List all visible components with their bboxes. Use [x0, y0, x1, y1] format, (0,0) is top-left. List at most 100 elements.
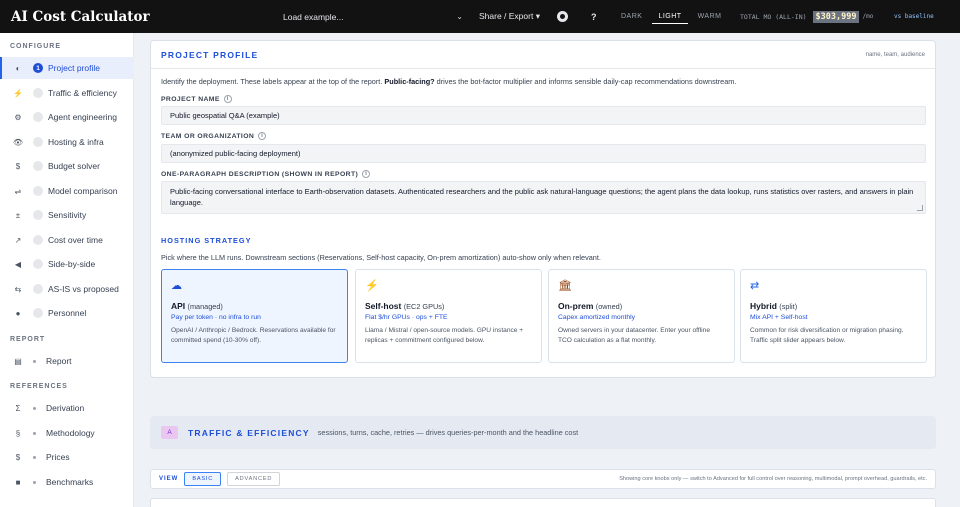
sidebar-item-benchmarks[interactable]: ■ Benchmarks — [0, 471, 134, 493]
intro-emphasis: Public-facing? — [384, 77, 435, 86]
sidebar-item-label: Side-by-side — [48, 259, 96, 269]
sidebar: CONFIGURE ◐ 1 Project profile ⚡ Traffic … — [0, 33, 134, 507]
sidebar-item-label: AS-IS vs proposed — [48, 284, 119, 294]
sidebar-item-model-comparison[interactable]: ⇌ Model comparison — [0, 180, 134, 202]
eye-icon: 👁 — [12, 137, 24, 147]
step-dot — [33, 161, 43, 171]
sidebar-item-traffic[interactable]: ⚡ Traffic & efficiency — [0, 82, 134, 104]
hosting-option-hybrid[interactable]: ⇄ Hybrid (split) Mix API + Self-host Com… — [740, 269, 927, 363]
sidebar-item-side-by-side[interactable]: ◀ Side-by-side — [0, 253, 134, 275]
chevron-down-icon: ▾ — [535, 11, 540, 21]
option-title: Self-host (EC2 GPUs) — [365, 301, 532, 311]
description-label: ONE-PARAGRAPH DESCRIPTION (SHOWN IN REPO… — [161, 170, 371, 178]
hosting-option-on-prem[interactable]: 🏛 On-prem (owned) Capex amortized monthl… — [548, 269, 735, 363]
section-badge: A — [161, 426, 178, 439]
sidebar-item-personnel[interactable]: ● Personnel — [0, 302, 134, 324]
total-cost-readout: TOTAL MO (ALL-IN) $303,999 /mo — [740, 10, 874, 23]
lightning-icon: ⚡ — [365, 280, 379, 292]
resize-handle-icon[interactable] — [917, 205, 923, 211]
sidebar-item-budget-solver[interactable]: $ Budget solver — [0, 155, 134, 177]
load-example-label: Load example... — [283, 11, 344, 22]
sidebar-item-sensitivity[interactable]: ± Sensitivity — [0, 204, 134, 226]
app-logo[interactable]: AI Cost Calculator — [11, 9, 271, 25]
sidebar-item-label: Sensitivity — [48, 210, 87, 220]
field-label-text: PROJECT NAME — [161, 95, 220, 103]
swap-arrows-icon: ⇄ — [750, 280, 760, 292]
theme-warm-button[interactable]: WARM — [692, 10, 728, 24]
half-circle-icon: ◐ — [15, 63, 21, 73]
project-profile-card: PROJECT PROFILE name, team, audience Ide… — [150, 40, 936, 378]
option-description: OpenAI / Anthropic / Bedrock. Reservatio… — [171, 327, 336, 344]
info-icon[interactable]: i — [258, 132, 267, 140]
view-label: VIEW — [159, 476, 179, 482]
step-dot — [33, 284, 43, 294]
section-description: sessions, turns, cache, retries — drives… — [317, 428, 579, 437]
sidebar-item-label: Model comparison — [48, 186, 118, 196]
theme-light-button[interactable]: LIGHT — [652, 10, 688, 24]
option-title-text: Self-host — [365, 301, 402, 311]
dollar-icon: $ — [15, 452, 21, 462]
option-title-note: (EC2 GPUs) — [403, 302, 445, 311]
sidebar-item-project-profile[interactable]: ◐ 1 Project profile — [0, 57, 134, 79]
sidebar-item-label: Budget solver — [48, 161, 100, 171]
option-title-text: On-prem — [558, 301, 594, 311]
team-input[interactable]: (anonymized public-facing deployment) — [161, 144, 926, 163]
hosting-option-self-host[interactable]: ⚡ Self-host (EC2 GPUs) Flat $/hr GPUs · … — [355, 269, 542, 363]
option-title: Hybrid (split) — [750, 301, 917, 311]
step-dot — [33, 210, 43, 220]
field-label-text: TEAM OR ORGANIZATION — [161, 132, 255, 140]
sidebar-item-cost-over-time[interactable]: ↗ Cost over time — [0, 229, 134, 251]
option-title-note: (managed) — [187, 302, 223, 311]
help-button[interactable]: ? — [591, 12, 597, 22]
sidebar-item-label: Report — [46, 356, 72, 366]
baseline-link[interactable]: vs baseline — [894, 13, 934, 20]
cloud-icon: ☁ — [171, 280, 182, 292]
step-dot — [33, 235, 43, 245]
bullet-dot — [33, 480, 36, 484]
sidebar-item-label: Agent engineering — [48, 112, 118, 122]
view-basic-button[interactable]: BASIC — [184, 472, 222, 486]
option-description: Owned servers in your datacenter. Enter … — [558, 327, 710, 344]
building-icon: 🏛 — [558, 280, 572, 292]
load-example-select[interactable]: Load example... ⌄ — [283, 12, 463, 22]
sidebar-item-methodology[interactable]: § Methodology — [0, 422, 134, 444]
step-number-badge: 1 — [33, 63, 43, 73]
hosting-option-api[interactable]: ☁ API (managed) Pay per token · no infra… — [161, 269, 348, 363]
sidebar-item-as-is-vs-proposed[interactable]: ⇆ AS-IS vs proposed — [0, 278, 134, 300]
option-description: Llama / Mistral / open-source models. GP… — [365, 327, 524, 344]
sidebar-item-agent-engineering[interactable]: ⚙ Agent engineering — [0, 106, 134, 128]
total-unit: /mo — [862, 13, 874, 20]
traffic-section-header[interactable]: A TRAFFIC & EFFICIENCY sessions, turns, … — [150, 416, 936, 449]
plus-minus-icon: ± — [15, 210, 21, 220]
sidebar-item-hosting[interactable]: 👁 Hosting & infra — [0, 131, 134, 153]
option-subtitle: Pay per token · no infra to run — [171, 314, 261, 321]
dollar-icon: $ — [15, 161, 21, 171]
bullet-dot — [33, 406, 36, 410]
sidebar-item-label: Cost over time — [48, 235, 103, 245]
chevron-down-icon: ⌄ — [456, 12, 463, 21]
option-title: API (managed) — [171, 301, 338, 311]
intro-text-part: Identify the deployment. These labels ap… — [161, 77, 385, 86]
sidebar-item-report[interactable]: ▤ Report — [0, 350, 134, 372]
theme-dark-button[interactable]: DARK — [615, 10, 648, 24]
sidebar-item-label: Project profile — [48, 63, 100, 73]
project-name-input[interactable]: Public geospatial Q&A (example) — [161, 106, 926, 125]
sidebar-section-configure: CONFIGURE — [10, 43, 61, 50]
triangle-left-icon: ◀ — [14, 259, 22, 269]
info-icon[interactable]: i — [223, 95, 232, 103]
sidebar-section-report: REPORT — [10, 336, 46, 343]
description-textarea[interactable]: Public-facing conversational interface t… — [161, 181, 926, 214]
sidebar-section-references: REFERENCES — [10, 383, 68, 390]
share-export-label: Share / Export — [479, 11, 534, 21]
sidebar-item-derivation[interactable]: Σ Derivation — [0, 397, 134, 419]
share-export-button[interactable]: Share / Export ▾ — [479, 11, 540, 22]
view-mode-bar: VIEW BASIC ADVANCED Showing core knobs o… — [150, 469, 936, 489]
option-subtitle: Capex amortized monthly — [558, 314, 636, 321]
view-advanced-button[interactable]: ADVANCED — [227, 472, 281, 486]
sidebar-item-prices[interactable]: $ Prices — [0, 446, 134, 468]
github-icon[interactable] — [557, 11, 568, 22]
info-icon[interactable]: i — [362, 170, 371, 178]
card-hint: name, team, audience — [865, 51, 925, 58]
document-icon: ▤ — [14, 356, 22, 366]
intro-text-part: drives the bot-factor multiplier and inf… — [434, 77, 737, 86]
